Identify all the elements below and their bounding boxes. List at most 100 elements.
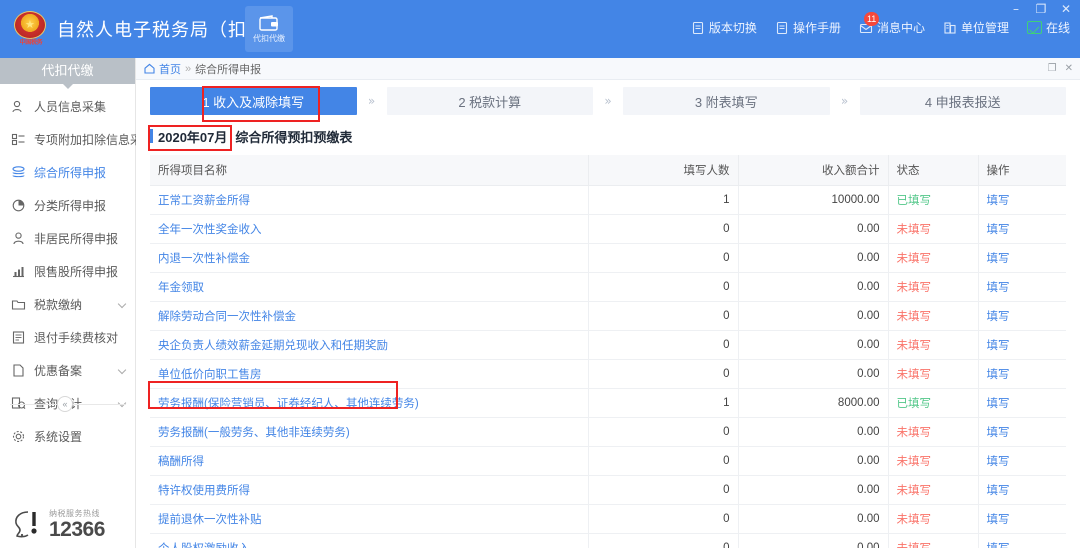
pie-clock-icon <box>11 198 26 213</box>
minimize-button[interactable]: – <box>1008 2 1024 16</box>
item-name-link[interactable]: 单位低价向职工售房 <box>158 369 262 381</box>
item-name-link[interactable]: 全年一次性奖金收入 <box>158 224 262 236</box>
restore-button[interactable]: ❐ <box>1033 2 1049 16</box>
header-menu-version-switch[interactable]: 版本切换 <box>691 19 757 36</box>
item-name-link[interactable]: 央企负责人绩效薪金延期兑现收入和任期奖励 <box>158 340 388 352</box>
item-name-link[interactable]: 提前退休一次性补贴 <box>158 514 262 526</box>
table-row: 年金领取 0 0.00 未填写 填写 <box>150 272 1066 302</box>
sidebar-item-preferential-filing[interactable]: 优惠备案 <box>0 354 135 387</box>
table-row: 单位低价向职工售房 0 0.00 未填写 填写 <box>150 359 1066 389</box>
header-menu-online-status[interactable]: 在线 <box>1026 19 1070 36</box>
cell-total-income: 0.00 <box>738 301 889 331</box>
header-menu-manual[interactable]: 操作手册 <box>775 19 841 36</box>
fill-action-link[interactable]: 填写 <box>987 398 1010 410</box>
close-button[interactable]: ✕ <box>1058 2 1074 16</box>
cell-person-count: 0 <box>588 243 739 273</box>
sidebar-item-system-settings[interactable]: 系统设置 <box>0 420 135 453</box>
item-name-link[interactable]: 稿酬所得 <box>158 456 204 468</box>
item-name-link[interactable]: 正常工资薪金所得 <box>158 195 250 207</box>
cell-item-name: 劳务报酬(保险营销员、证券经纪人、其他连续劳务) <box>150 388 589 418</box>
fill-action-link[interactable]: 填写 <box>987 253 1010 265</box>
cell-status: 未填写 <box>888 214 979 244</box>
panel-close-button[interactable]: ✕ <box>1065 63 1073 74</box>
step-4-declaration-submit[interactable]: 4 申报表报送 <box>859 87 1066 115</box>
fill-action-link[interactable]: 填写 <box>987 195 1010 207</box>
sidebar-item-classified-income[interactable]: 分类所得申报 <box>0 189 135 222</box>
sidebar-item-label: 分类所得申报 <box>34 199 107 213</box>
fill-action-link[interactable]: 填写 <box>987 282 1010 294</box>
sidebar-item-restricted-shares[interactable]: 限售股所得申报 <box>0 255 135 288</box>
report-heading: 2020年07月 综合所得预扣预缴表 <box>150 126 352 146</box>
fill-action-link[interactable]: 填写 <box>987 340 1010 352</box>
item-name-link[interactable]: 内退一次性补偿金 <box>158 253 250 265</box>
table-row: 个人股权激励收入 00.00 未填写 填写 <box>150 533 1066 548</box>
step-2-tax-calculation[interactable]: 2 税款计算 <box>386 87 593 115</box>
status-badge: 已填写 <box>896 194 932 207</box>
home-icon <box>144 63 155 74</box>
sidebar-item-refund-fee-check[interactable]: 退付手续费核对 <box>0 321 135 354</box>
status-badge: 未填写 <box>896 252 932 265</box>
emblem-label: 中国税务 <box>19 40 43 46</box>
table-row: 央企负责人绩效薪金延期兑现收入和任期奖励 0 0.00 未填写 填写 <box>150 330 1066 360</box>
cell-total-income: 0.00 <box>738 243 889 273</box>
fill-action-link[interactable]: 填写 <box>987 311 1010 323</box>
fill-action-link[interactable]: 填写 <box>987 456 1010 468</box>
panel-restore-button[interactable]: ❐ <box>1048 63 1057 74</box>
header-menu-unit-management[interactable]: 单位管理 <box>943 19 1009 36</box>
module-tile-label: 代扣代缴 <box>253 33 285 43</box>
fill-action-link[interactable]: 填写 <box>987 224 1010 236</box>
report-period: 2020年07月 <box>158 129 228 145</box>
sidebar-item-comprehensive-income[interactable]: 综合所得申报 <box>0 156 135 189</box>
person-add-icon <box>11 99 26 114</box>
cell-total-income: 0.00 <box>738 359 889 389</box>
sidebar-item-tax-payment[interactable]: 税款缴纳 <box>0 288 135 321</box>
sidebar-item-nonresident-income[interactable]: 非居民所得申报 <box>0 222 135 255</box>
sidebar-item-label: 系统设置 <box>34 430 83 444</box>
table-row: 提前退休一次性补贴 0 0.00 未填写 填写 <box>150 504 1066 534</box>
step-3-attachment-filling[interactable]: 3 附表填写 <box>623 87 830 115</box>
item-name-link[interactable]: 个人股权激励收入 <box>158 543 250 548</box>
cell-total-income: 0.00 <box>738 446 889 476</box>
chevron-down-icon[interactable] <box>117 299 127 309</box>
cell-item-name: 单位低价向职工售房 <box>150 359 589 389</box>
item-name-link[interactable]: 劳务报酬(一般劳务、其他非连续劳务) <box>158 427 350 439</box>
item-name-link[interactable]: 年金领取 <box>158 282 204 294</box>
user-icon <box>11 231 26 246</box>
manual-icon <box>775 21 789 35</box>
column-header-item-name: 所得项目名称 <box>150 155 589 186</box>
hotline-label: 纳税服务热线 <box>49 508 100 518</box>
item-name-link[interactable]: 特许权使用费所得 <box>158 485 250 497</box>
app-header: – ❐ ✕ ★ 中国税务 自然人电子税务局（扣缴端） 代扣代缴 版本切换 操作手… <box>0 0 1080 58</box>
breadcrumb-home[interactable]: 首页 <box>159 61 181 77</box>
column-header-status: 状态 <box>888 155 979 186</box>
fill-action-link[interactable]: 填写 <box>987 514 1010 526</box>
fill-action-link[interactable]: 填写 <box>987 427 1010 439</box>
chevron-down-icon[interactable] <box>117 398 127 408</box>
step-1-income-deduction[interactable]: 1 收入及减除填写 <box>150 87 357 115</box>
cell-person-count: 1 <box>588 185 739 215</box>
fill-action-link[interactable]: 填写 <box>987 369 1010 381</box>
table-row: 内退一次性补偿金 0 0.00 未填写 填写 <box>150 243 1066 273</box>
sidebar-title: 代扣代缴 <box>0 58 135 89</box>
main-content: 首页 » 综合所得申报 ❐ ✕ 1 收入及减除填写 » 2 税款计算 » 3 附… <box>136 58 1080 548</box>
module-tile-withholding[interactable]: 代扣代缴 <box>245 6 293 52</box>
fill-action-link[interactable]: 填写 <box>987 543 1010 548</box>
chevron-down-icon[interactable] <box>117 365 127 375</box>
header-menu-message-center[interactable]: 11 消息中心 <box>859 11 925 36</box>
item-name-link[interactable]: 劳务报酬(保险营销员、证券经纪人、其他连续劳务) <box>158 398 419 410</box>
sidebar-collapse-button[interactable]: « <box>57 396 73 412</box>
sidebar-item-label: 非居民所得申报 <box>34 232 119 246</box>
item-name-link[interactable]: 解除劳动合同一次性补偿金 <box>158 311 296 323</box>
sidebar-item-special-deduction[interactable]: 专项附加扣除信息采集 <box>0 123 154 156</box>
sidebar-item-personnel-info[interactable]: 人员信息采集 <box>0 90 135 123</box>
fill-action-link[interactable]: 填写 <box>987 485 1010 497</box>
service-hotline: 纳税服务热线 12366 <box>8 506 105 542</box>
sidebar-item-label: 税款缴纳 <box>34 298 83 312</box>
breadcrumb-current: 综合所得申报 <box>195 63 262 76</box>
table-row: 稿酬所得 0 0.00 未填写 填写 <box>150 446 1066 476</box>
cell-item-name: 特许权使用费所得 <box>150 475 589 505</box>
sidebar-item-label: 限售股所得申报 <box>34 265 119 279</box>
status-badge: 未填写 <box>897 543 932 548</box>
cell-operation: 填写 <box>978 185 1066 215</box>
cell-operation: 填写 <box>978 446 1066 476</box>
